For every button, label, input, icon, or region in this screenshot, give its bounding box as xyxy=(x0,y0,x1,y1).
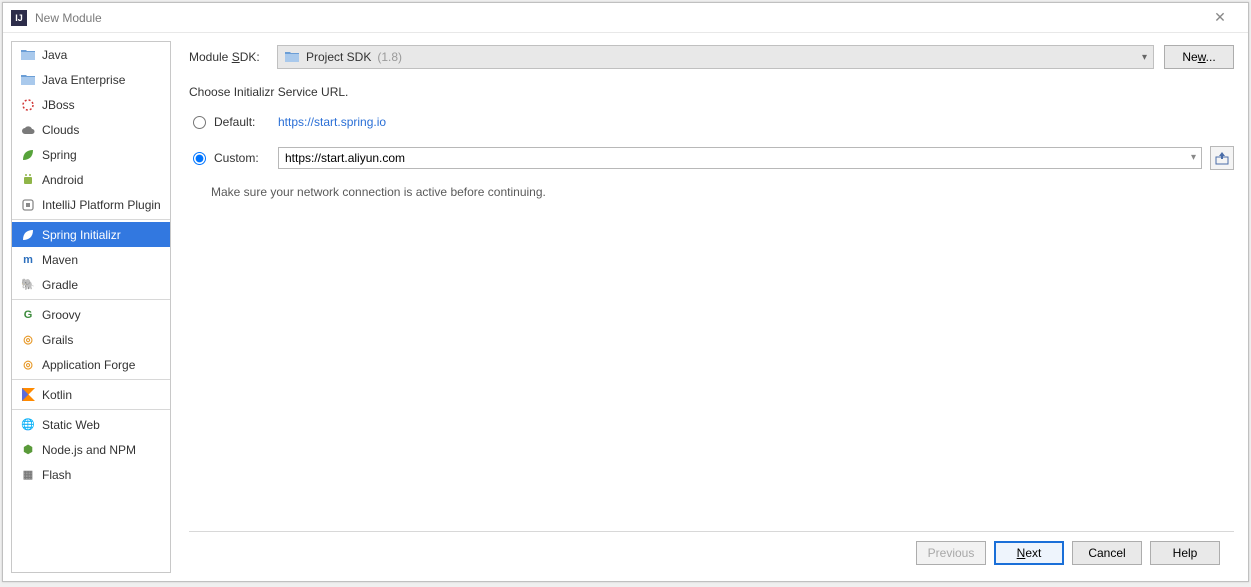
sidebar-item-clouds[interactable]: Clouds xyxy=(12,117,170,142)
sidebar-item-label: IntelliJ Platform Plugin xyxy=(42,198,161,212)
initializr-heading: Choose Initializr Service URL. xyxy=(189,85,1234,99)
sidebar-item-intellij-plugin[interactable]: IntelliJ Platform Plugin xyxy=(12,192,170,217)
custom-url-field-wrap: ▾ xyxy=(278,147,1202,169)
close-icon[interactable]: ✕ xyxy=(1200,4,1240,32)
globe-icon: 🌐 xyxy=(20,417,36,433)
configure-service-button[interactable] xyxy=(1210,146,1234,170)
sidebar-separator xyxy=(12,299,170,300)
folder-ee-icon xyxy=(20,72,36,88)
sidebar-item-java-enterprise[interactable]: Java Enterprise xyxy=(12,67,170,92)
sidebar-item-kotlin[interactable]: Kotlin xyxy=(12,382,170,407)
maven-icon: m xyxy=(20,252,36,268)
sidebar-item-label: Spring xyxy=(42,148,77,162)
default-label: Default: xyxy=(214,115,270,129)
sidebar-item-maven[interactable]: m Maven xyxy=(12,247,170,272)
help-button[interactable]: Help xyxy=(1150,541,1220,565)
cloud-icon xyxy=(20,122,36,138)
default-radio[interactable] xyxy=(193,116,206,129)
custom-url-option[interactable]: Custom: ▾ xyxy=(193,145,1234,171)
sidebar-item-label: Gradle xyxy=(42,278,78,292)
chevron-down-icon: ▾ xyxy=(1142,52,1147,63)
cancel-button[interactable]: Cancel xyxy=(1072,541,1142,565)
folder-icon xyxy=(284,49,300,65)
titlebar: IJ New Module ✕ xyxy=(3,3,1248,33)
sidebar-item-label: Static Web xyxy=(42,418,100,432)
gradle-icon: 🐘 xyxy=(20,277,36,293)
sdk-row: Module SDK: Project SDK (1.8) ▾ New... xyxy=(189,45,1234,69)
flash-icon: ▦ xyxy=(20,467,36,483)
sidebar-item-label: Groovy xyxy=(42,308,81,322)
sidebar-item-label: Clouds xyxy=(42,123,79,137)
sidebar-separator xyxy=(12,409,170,410)
sidebar-separator xyxy=(12,379,170,380)
sidebar-item-label: JBoss xyxy=(42,98,75,112)
default-url-link[interactable]: https://start.spring.io xyxy=(278,115,386,129)
kotlin-icon xyxy=(20,387,36,403)
window-title: New Module xyxy=(35,11,1200,25)
app-icon: IJ xyxy=(11,10,27,26)
sidebar-item-flash[interactable]: ▦ Flash xyxy=(12,462,170,487)
leaf-icon xyxy=(20,227,36,243)
sidebar-item-label: Application Forge xyxy=(42,358,135,372)
sidebar-item-label: Java Enterprise xyxy=(42,73,125,87)
module-type-sidebar: Java Java Enterprise JBoss Clouds Spring Andr… xyxy=(11,41,171,573)
sidebar-item-label: Node.js and NPM xyxy=(42,443,136,457)
sidebar-item-label: Java xyxy=(42,48,67,62)
custom-url-input[interactable] xyxy=(278,147,1202,169)
sidebar-item-spring[interactable]: Spring xyxy=(12,142,170,167)
sidebar-item-app-forge[interactable]: ◎ Application Forge xyxy=(12,352,170,377)
custom-radio[interactable] xyxy=(193,152,206,165)
sidebar-item-label: Android xyxy=(42,173,83,187)
forge-icon: ◎ xyxy=(20,357,36,373)
sidebar-item-label: Kotlin xyxy=(42,388,72,402)
next-button[interactable]: Next xyxy=(994,541,1064,565)
sdk-version: (1.8) xyxy=(377,50,402,64)
grails-icon: ◎ xyxy=(20,332,36,348)
sidebar-item-static-web[interactable]: 🌐 Static Web xyxy=(12,412,170,437)
sidebar-item-label: Maven xyxy=(42,253,78,267)
sidebar-item-label: Flash xyxy=(42,468,71,482)
default-url-option[interactable]: Default: https://start.spring.io xyxy=(193,109,1234,135)
sidebar-item-spring-initializr[interactable]: Spring Initializr xyxy=(12,222,170,247)
dialog-footer: Previous Next Cancel Help xyxy=(189,531,1234,573)
sidebar-item-groovy[interactable]: G Groovy xyxy=(12,302,170,327)
leaf-icon xyxy=(20,147,36,163)
main-panel: Module SDK: Project SDK (1.8) ▾ New... C… xyxy=(171,33,1248,581)
sidebar-item-label: Grails xyxy=(42,333,73,347)
new-sdk-button[interactable]: New... xyxy=(1164,45,1234,69)
sidebar-item-android[interactable]: Android xyxy=(12,167,170,192)
custom-label: Custom: xyxy=(214,151,270,165)
android-icon xyxy=(20,172,36,188)
previous-button: Previous xyxy=(916,541,986,565)
sidebar-item-gradle[interactable]: 🐘 Gradle xyxy=(12,272,170,297)
dialog-body: Java Java Enterprise JBoss Clouds Spring Andr… xyxy=(3,33,1248,581)
plugin-icon xyxy=(20,197,36,213)
new-module-dialog: IJ New Module ✕ Java Java Enterprise JBoss… xyxy=(2,2,1249,582)
sidebar-item-java[interactable]: Java xyxy=(12,42,170,67)
sdk-label: Module SDK: xyxy=(189,50,267,64)
sidebar-separator xyxy=(12,219,170,220)
network-note: Make sure your network connection is act… xyxy=(211,185,1234,199)
node-icon: ⬢ xyxy=(20,442,36,458)
jboss-icon xyxy=(20,97,36,113)
folder-icon xyxy=(20,47,36,63)
sdk-combobox[interactable]: Project SDK (1.8) ▾ xyxy=(277,45,1154,69)
groovy-icon: G xyxy=(20,307,36,323)
sdk-value: Project SDK xyxy=(306,50,371,64)
sidebar-item-node[interactable]: ⬢ Node.js and NPM xyxy=(12,437,170,462)
sidebar-item-jboss[interactable]: JBoss xyxy=(12,92,170,117)
sidebar-item-grails[interactable]: ◎ Grails xyxy=(12,327,170,352)
sidebar-item-label: Spring Initializr xyxy=(42,228,121,242)
